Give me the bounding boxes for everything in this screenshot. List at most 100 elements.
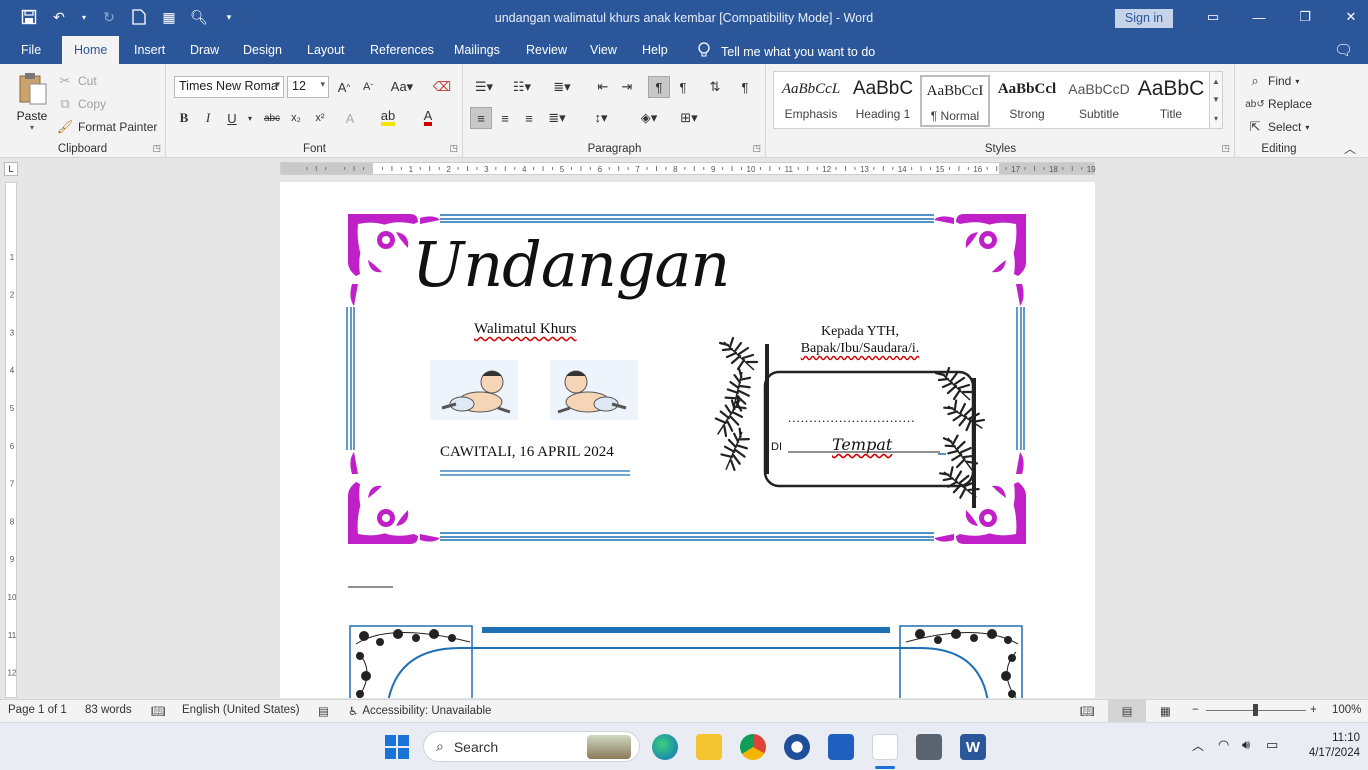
file-explorer-icon[interactable]: [696, 734, 722, 760]
horizontal-ruler[interactable]: 1 2 3 4 5 6 7 8 9 10 11 12 13 14 15 16 17 18 19: [280, 162, 1096, 175]
subscript-icon[interactable]: x₂: [285, 107, 307, 129]
tab-review[interactable]: Review: [526, 43, 567, 57]
ribbon-display-icon[interactable]: ▭: [1190, 6, 1236, 28]
store-icon[interactable]: [828, 734, 854, 760]
clear-formatting-icon[interactable]: ⌫: [431, 76, 453, 98]
invitation-subheading[interactable]: Walimatul Khurs: [474, 321, 577, 338]
tell-me-search[interactable]: Tell me what you want to do: [697, 42, 875, 61]
tab-draw[interactable]: Draw: [190, 43, 219, 57]
superscript-icon[interactable]: x²: [309, 107, 331, 129]
replace-button[interactable]: ab↺ Replace: [1245, 95, 1312, 113]
styles-scroll[interactable]: ▲ ▼ ▾: [1209, 71, 1223, 129]
sort-icon[interactable]: ⇅: [704, 76, 726, 98]
line-spacing-icon[interactable]: ↕▾: [586, 107, 616, 129]
sign-in-button[interactable]: Sign in: [1115, 9, 1173, 28]
invitation-heading[interactable]: Undangan: [412, 228, 730, 301]
maximize-icon[interactable]: ❐: [1282, 6, 1328, 28]
zoom-slider-thumb[interactable]: [1253, 704, 1258, 716]
browser-icon[interactable]: [784, 734, 810, 760]
style-subtitle[interactable]: AaBbCcD Subtitle: [1064, 75, 1134, 127]
clipboard-launcher-icon[interactable]: ◳: [152, 143, 161, 154]
taskbar-search[interactable]: ⌕ Search: [423, 731, 640, 762]
align-center-icon[interactable]: ≡: [494, 107, 516, 129]
chevron-up-icon[interactable]: ▲: [1212, 77, 1220, 86]
web-layout-icon[interactable]: ▦: [1160, 704, 1171, 718]
language-indicator[interactable]: English (United States): [182, 704, 300, 716]
chrome-icon[interactable]: [740, 734, 766, 760]
change-case-icon[interactable]: Aa▾: [387, 76, 417, 98]
print-layout-icon[interactable]: ▤: [1108, 700, 1146, 722]
underline-dropdown-icon[interactable]: ▾: [239, 107, 261, 129]
align-right-icon[interactable]: ≡: [518, 107, 540, 129]
tab-layout[interactable]: Layout: [307, 43, 345, 57]
bullets-icon[interactable]: ☰▾: [470, 76, 498, 98]
justify-icon[interactable]: ≣▾: [542, 107, 572, 129]
show-formatting-icon[interactable]: ¶: [734, 76, 756, 98]
recipient-place[interactable]: Tempat: [832, 435, 892, 454]
zoom-out-icon[interactable]: −: [1192, 704, 1199, 716]
cut-button[interactable]: ✂ Cut: [56, 72, 97, 90]
tab-home[interactable]: Home: [62, 36, 120, 64]
select-button[interactable]: ⇱ Select ▾: [1246, 118, 1310, 136]
recipient-di-label[interactable]: DI: [771, 441, 782, 453]
highlight-icon[interactable]: ab: [377, 107, 399, 129]
more-styles-icon[interactable]: ▾: [1214, 114, 1218, 123]
style-emphasis[interactable]: AaBbCcL Emphasis: [776, 75, 846, 127]
comments-icon[interactable]: 🗨︎: [1334, 41, 1353, 59]
paragraph-launcher-icon[interactable]: ◳: [752, 143, 761, 154]
shading-icon[interactable]: ◈▾: [634, 107, 664, 129]
recipient-line-1[interactable]: Kepada YTH,: [780, 324, 940, 340]
battery-icon[interactable]: ▭: [1266, 737, 1278, 753]
align-left-icon[interactable]: ≡: [470, 107, 492, 129]
tab-file[interactable]: File: [21, 43, 41, 57]
rtl-direction-icon[interactable]: ¶: [672, 76, 694, 98]
document-page[interactable]: Undangan Walimatul Khurs CAWITALI, 16 AP…: [280, 182, 1095, 698]
edge-icon[interactable]: [652, 734, 678, 760]
tab-selector-icon[interactable]: L: [4, 162, 18, 176]
tab-design[interactable]: Design: [243, 43, 282, 57]
paste-button[interactable]: Paste ▾: [12, 72, 52, 132]
calculator-icon[interactable]: [916, 734, 942, 760]
vertical-ruler[interactable]: 1 2 3 4 5 6 7 8 9 10 11 12: [5, 182, 17, 698]
minimize-icon[interactable]: —: [1236, 6, 1282, 28]
bold-icon[interactable]: B: [173, 107, 195, 129]
word-count[interactable]: 83 words: [85, 704, 132, 716]
grow-font-icon[interactable]: A ^: [333, 76, 355, 98]
find-button[interactable]: ⌕ Find ▾: [1246, 72, 1299, 90]
style-title[interactable]: AaBbC Title: [1136, 75, 1206, 127]
windows-start-icon[interactable]: [385, 735, 409, 762]
style-strong[interactable]: AaBbCcl Strong: [992, 75, 1062, 127]
system-clock[interactable]: 11:10 4/17/2024: [1290, 731, 1360, 761]
tab-mailings[interactable]: Mailings: [454, 43, 500, 57]
page-count[interactable]: Page 1 of 1: [8, 704, 67, 716]
word-app-icon[interactable]: W: [960, 734, 986, 760]
decrease-indent-icon[interactable]: ⇤: [592, 76, 614, 98]
recipient-line-2[interactable]: Bapak/Ibu/Saudara/i.: [774, 341, 946, 357]
tab-help[interactable]: Help: [642, 43, 668, 57]
increase-indent-icon[interactable]: ⇥: [616, 76, 638, 98]
ltr-direction-icon[interactable]: ¶: [648, 76, 670, 98]
close-icon[interactable]: ✕: [1328, 6, 1368, 28]
format-painter-button[interactable]: 🖌︎ Format Painter: [56, 118, 158, 136]
invitation-date[interactable]: CAWITALI, 16 APRIL 2024: [440, 444, 614, 461]
chevron-down-icon[interactable]: ▼: [1212, 95, 1220, 104]
read-mode-icon[interactable]: 📖︎: [1080, 704, 1095, 718]
font-size-combo[interactable]: 12 ▾: [287, 76, 329, 98]
recipient-name-dots[interactable]: ..............................: [788, 410, 916, 426]
font-color-icon[interactable]: A: [417, 107, 439, 129]
styles-launcher-icon[interactable]: ◳: [1221, 143, 1230, 154]
numbering-icon[interactable]: ☷▾: [508, 76, 536, 98]
snipping-tool-icon[interactable]: [872, 734, 898, 760]
italic-icon[interactable]: I: [197, 107, 219, 129]
strikethrough-icon[interactable]: abc: [261, 107, 283, 129]
accessibility-indicator[interactable]: ♿︎ Accessibility: Unavailable: [348, 704, 491, 718]
text-effects-icon[interactable]: A: [339, 107, 361, 129]
font-launcher-icon[interactable]: ◳: [449, 143, 458, 154]
text-predictions-icon[interactable]: ▤: [318, 704, 329, 718]
shrink-font-icon[interactable]: Aˇ: [357, 76, 379, 98]
copy-button[interactable]: ⧉ Copy: [56, 95, 106, 113]
wifi-icon[interactable]: ◠: [1218, 737, 1229, 753]
tab-insert[interactable]: Insert: [134, 43, 165, 57]
zoom-in-icon[interactable]: +: [1310, 704, 1317, 716]
proofing-icon[interactable]: 📖︎: [151, 704, 166, 718]
